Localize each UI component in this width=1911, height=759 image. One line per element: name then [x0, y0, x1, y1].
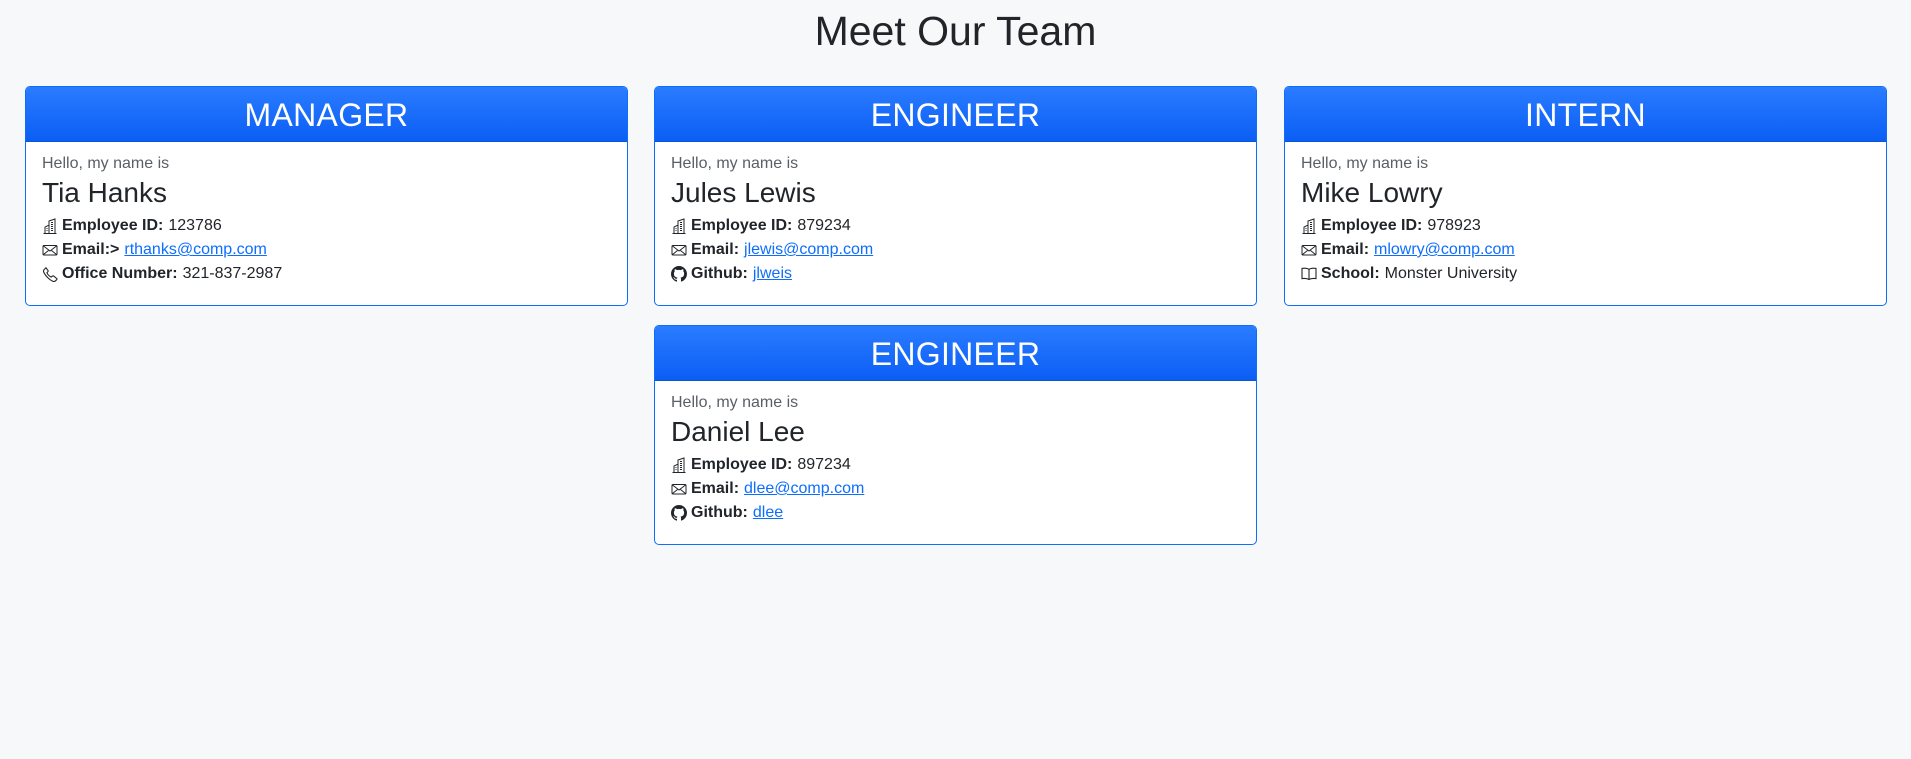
email-label: Email: [691, 241, 740, 258]
envelope-icon [42, 245, 58, 256]
envelope-icon [671, 484, 687, 495]
manager-card: MANAGER Hello, my name is Tia Hanks Empl… [25, 86, 628, 306]
email-link[interactable]: dlee@comp.com [744, 477, 864, 501]
email-link[interactable]: mlowry@comp.com [1374, 238, 1515, 262]
github-link[interactable]: jlweis [753, 262, 792, 286]
building-icon [672, 457, 686, 473]
card-role-header: ENGINEER [655, 326, 1256, 381]
school-value: Monster University [1384, 265, 1518, 282]
greeting-text: Hello, my name is [1301, 155, 1429, 172]
employee-name: Jules Lewis [671, 177, 816, 208]
github-link[interactable]: dlee [753, 501, 783, 525]
email-label: Email: [1321, 241, 1370, 258]
engineer-card: ENGINEER Hello, my name is Daniel Lee Em… [654, 325, 1257, 545]
employee-id-row: Employee ID: 978923 [1301, 214, 1870, 238]
email-row: Email: mlowry@comp.com [1301, 238, 1870, 262]
greeting-text: Hello, my name is [42, 155, 170, 172]
intern-card: INTERN Hello, my name is Mike Lowry Empl… [1284, 86, 1887, 306]
envelope-icon [1301, 245, 1317, 256]
employee-name: Tia Hanks [42, 177, 168, 208]
github-label: Github: [691, 265, 748, 282]
building-icon [43, 218, 57, 234]
email-row: Email:> rthanks@comp.com [42, 238, 611, 262]
card-role-header: INTERN [1285, 87, 1886, 142]
card-role-header: ENGINEER [655, 87, 1256, 142]
engineer-card: ENGINEER Hello, my name is Jules Lewis E… [654, 86, 1257, 306]
github-label: Github: [691, 504, 748, 521]
github-row: Github: jlweis [671, 262, 1240, 286]
building-icon [672, 218, 686, 234]
greeting-text: Hello, my name is [671, 394, 799, 411]
page-title: Meet Our Team [814, 8, 1097, 54]
email-label: Email: [691, 480, 740, 497]
employee-id-value: 978923 [1427, 217, 1481, 234]
book-icon [1301, 267, 1317, 281]
office-number-row: Office Number: 321-837-2987 [42, 262, 611, 286]
employee-name: Daniel Lee [671, 416, 805, 447]
email-row: Email: dlee@comp.com [671, 477, 1240, 501]
github-row: Github: dlee [671, 501, 1240, 525]
email-link[interactable]: jlewis@comp.com [744, 238, 873, 262]
office-number-label: Office Number: [62, 265, 178, 282]
building-icon [1302, 218, 1316, 234]
employee-id-row: Employee ID: 123786 [42, 214, 611, 238]
employee-id-label: Employee ID: [691, 456, 793, 473]
email-row: Email: jlewis@comp.com [671, 238, 1240, 262]
employee-id-label: Employee ID: [691, 217, 793, 234]
github-icon [671, 266, 687, 282]
employee-id-row: Employee ID: 897234 [671, 453, 1240, 477]
email-link[interactable]: rthanks@comp.com [124, 238, 267, 262]
employee-id-label: Employee ID: [62, 217, 164, 234]
school-label: School: [1321, 265, 1380, 282]
envelope-icon [671, 245, 687, 256]
office-number-value: 321-837-2987 [182, 265, 283, 282]
phone-icon [43, 267, 58, 282]
github-icon [671, 505, 687, 521]
card-role-header: MANAGER [26, 87, 627, 142]
employee-name: Mike Lowry [1301, 177, 1443, 208]
employee-id-value: 897234 [797, 456, 851, 473]
employee-id-value: 123786 [168, 217, 222, 234]
employee-id-row: Employee ID: 879234 [671, 214, 1240, 238]
employee-id-value: 879234 [797, 217, 851, 234]
school-row: School: Monster University [1301, 262, 1870, 286]
email-label: Email:> [62, 241, 120, 258]
greeting-text: Hello, my name is [671, 155, 799, 172]
employee-id-label: Employee ID: [1321, 217, 1423, 234]
